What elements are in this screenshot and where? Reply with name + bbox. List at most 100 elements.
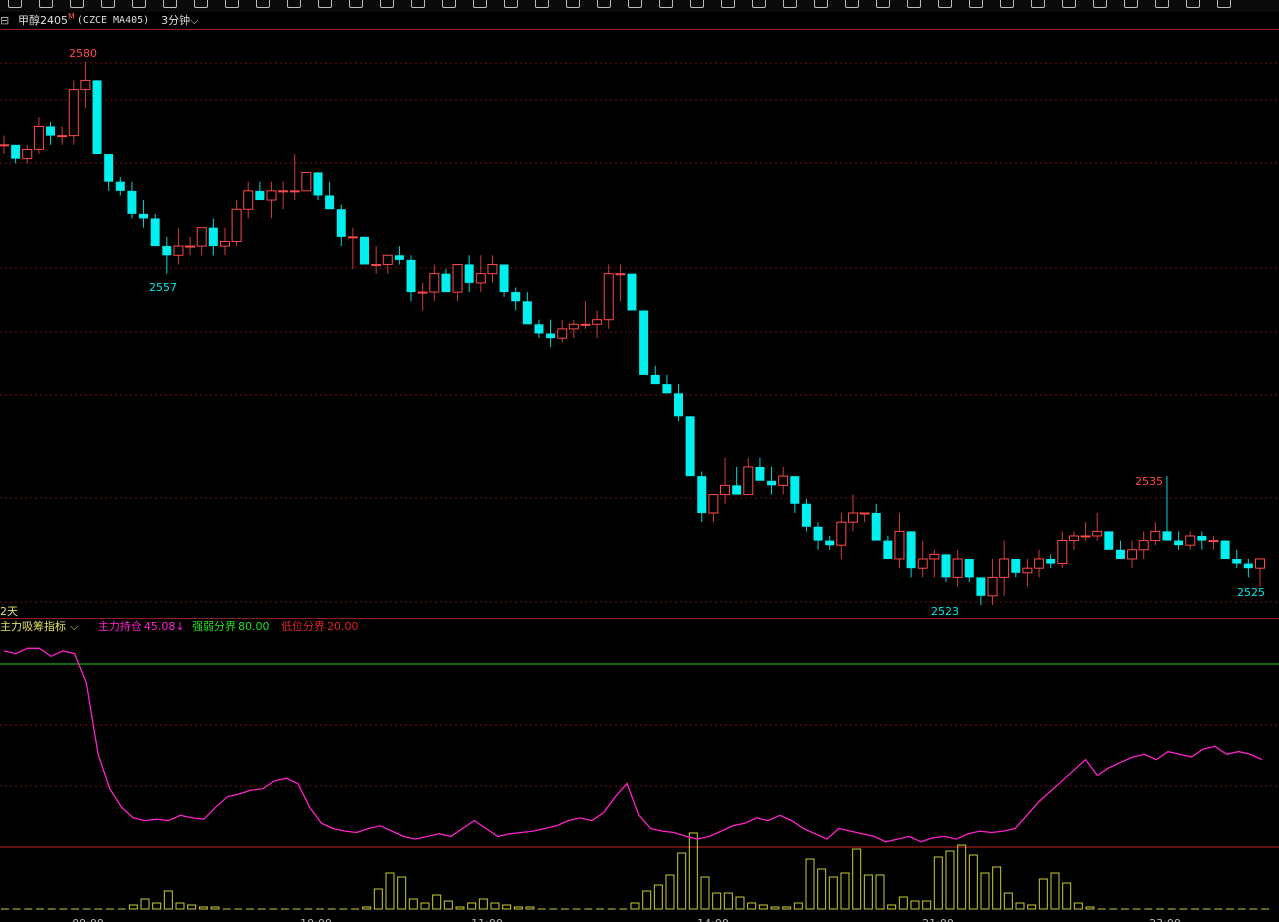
toolbar-icon[interactable] xyxy=(8,0,22,8)
time-axis-label: 10:00 xyxy=(300,917,332,922)
toolbar-icon[interactable] xyxy=(349,0,363,8)
candle-body xyxy=(266,190,277,201)
candlestick-chart[interactable] xyxy=(0,30,1279,605)
toolbar-icon[interactable] xyxy=(535,0,549,8)
candle-body xyxy=(104,154,114,182)
candle-body xyxy=(22,148,33,160)
toolbar-icon[interactable] xyxy=(969,0,983,8)
toolbar-icon[interactable] xyxy=(1062,0,1076,8)
candle-body xyxy=(976,577,986,596)
candle-body xyxy=(1243,563,1253,569)
toolbar-icon[interactable] xyxy=(566,0,580,8)
toolbar-icon[interactable] xyxy=(1217,0,1231,8)
volume-bar xyxy=(478,898,488,910)
toolbar-icon[interactable] xyxy=(814,0,828,8)
candle-body xyxy=(1150,530,1161,542)
toolbar-icon[interactable] xyxy=(1186,0,1200,8)
last-low-label: 2525 xyxy=(1237,586,1265,599)
toolbar-icon[interactable] xyxy=(194,0,208,8)
candle-body xyxy=(487,263,498,275)
toolbar-icon[interactable] xyxy=(938,0,952,8)
volume-bar xyxy=(163,890,173,910)
toolbar-icon[interactable] xyxy=(845,0,859,8)
candle-body xyxy=(987,576,998,597)
volume-bar xyxy=(758,904,768,910)
candle-body xyxy=(650,374,660,385)
candle-body xyxy=(534,324,544,334)
candle-body xyxy=(952,558,963,578)
toolbar-icon[interactable] xyxy=(473,0,487,8)
toolbar-icon[interactable] xyxy=(597,0,611,8)
candle-body xyxy=(1174,540,1184,546)
toolbar-icon[interactable] xyxy=(101,0,115,8)
candle-body xyxy=(847,512,858,523)
candle-body xyxy=(1057,540,1068,565)
toolbar-icon[interactable] xyxy=(1124,0,1138,8)
candle-body xyxy=(208,227,218,247)
volume-bar xyxy=(712,892,722,910)
candle-body xyxy=(603,273,614,321)
candle-body xyxy=(941,554,951,578)
period-selector[interactable]: 3分钟⌵ xyxy=(161,12,198,29)
candle-body xyxy=(836,521,847,546)
local-low-label: 2523 xyxy=(931,605,959,618)
toolbar-icon[interactable] xyxy=(442,0,456,8)
candle-body xyxy=(511,292,521,302)
toolbar-icon[interactable] xyxy=(721,0,735,8)
candle-body xyxy=(289,190,300,193)
candle-body xyxy=(371,263,382,266)
symbol-info-bar: ⊟ 甲醇2405M (CZCE MA405) 3分钟⌵ xyxy=(0,12,1279,29)
volume-bar xyxy=(747,902,757,910)
toolbar-icon[interactable] xyxy=(39,0,53,8)
volume-bar xyxy=(187,904,197,910)
toolbar-icon[interactable] xyxy=(659,0,673,8)
toolbar-icon[interactable] xyxy=(411,0,425,8)
toolbar-icon[interactable] xyxy=(287,0,301,8)
toolbar-icon[interactable] xyxy=(752,0,766,8)
toolbar-icon[interactable] xyxy=(380,0,394,8)
candle-body xyxy=(801,503,811,527)
local-high-label: 2535 xyxy=(1135,475,1163,488)
time-axis-label: 23:00 xyxy=(1149,917,1181,922)
toolbar-icon[interactable] xyxy=(504,0,518,8)
symbol-code: (CZCE MA405) xyxy=(76,15,150,26)
candle-body xyxy=(1092,530,1103,537)
volume-bar xyxy=(735,896,745,910)
toolbar-icon[interactable] xyxy=(628,0,642,8)
time-axis-label: 21:00 xyxy=(922,917,954,922)
toolbar-icon[interactable] xyxy=(70,0,84,8)
toolbar-icon[interactable] xyxy=(1031,0,1045,8)
candle-body xyxy=(522,301,532,325)
toolbar-icon[interactable] xyxy=(132,0,146,8)
indicator-chart[interactable]: 09:00 10:00 11:00 14:00 21:00 23:00 xyxy=(0,635,1279,922)
toolbar-icon[interactable] xyxy=(1155,0,1169,8)
layout-icon[interactable]: ⊟ xyxy=(0,12,18,29)
candle-body xyxy=(406,259,416,293)
toolbar-icon[interactable] xyxy=(256,0,270,8)
toolbar-icon[interactable] xyxy=(690,0,704,8)
volume-bar xyxy=(642,890,652,910)
toolbar-icon[interactable] xyxy=(1093,0,1107,8)
volume-bar xyxy=(945,850,955,910)
toolbar-icon[interactable] xyxy=(907,0,921,8)
volume-bar xyxy=(957,844,967,910)
candle-body xyxy=(417,291,428,294)
indicator-selector[interactable]: 主力吸筹指标 ⌵ xyxy=(0,620,82,633)
volume-bar xyxy=(933,856,943,910)
candle-body xyxy=(929,553,940,560)
volume-bar xyxy=(397,876,407,910)
days-label: 2天 xyxy=(0,605,18,618)
toolbar-icon[interactable] xyxy=(225,0,239,8)
toolbar-icon[interactable] xyxy=(783,0,797,8)
toolbar-icon[interactable] xyxy=(318,0,332,8)
candle-body xyxy=(1185,535,1196,546)
toolbar-icon[interactable] xyxy=(163,0,177,8)
candle-body xyxy=(767,480,777,486)
toolbar-icon[interactable] xyxy=(876,0,890,8)
high-price-label: 2580 xyxy=(69,47,97,60)
candle-body xyxy=(1255,558,1265,569)
toolbar-icon[interactable] xyxy=(1000,0,1014,8)
toolbar xyxy=(0,0,1279,12)
volume-bar xyxy=(898,896,908,910)
volume-bar xyxy=(467,902,477,910)
